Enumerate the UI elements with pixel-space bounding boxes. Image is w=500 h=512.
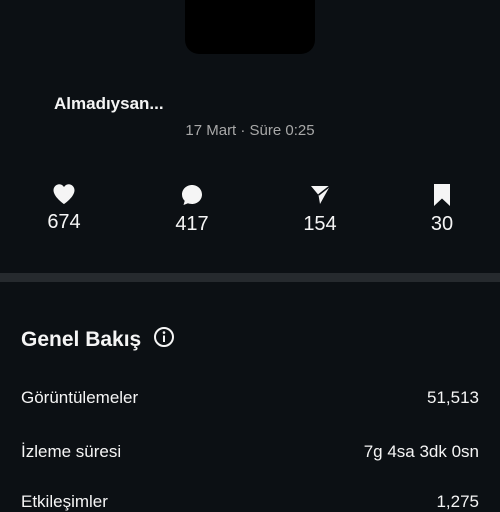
info-icon[interactable] [153, 326, 175, 354]
views-label: Görüntülemeler [21, 388, 139, 407]
post-meta: 17 Mart · Süre 0:25 [185, 122, 315, 139]
comments-count: 417 [175, 213, 209, 235]
bookmark-icon [434, 184, 450, 206]
post-caption: Almadıysan... [54, 94, 164, 113]
shares-count: 154 [303, 213, 337, 235]
interactions-value: 1,275 [436, 492, 479, 511]
shares-stat[interactable]: 154 [280, 183, 360, 236]
comments-stat[interactable]: 417 [152, 183, 232, 236]
heart-icon [53, 184, 75, 204]
saves-count: 30 [430, 213, 454, 235]
watch-time-value: 7g 4sa 3dk 0sn [363, 442, 479, 461]
watch-time-label: İzleme süresi [21, 442, 122, 461]
likes-count: 674 [47, 211, 81, 233]
stats-bar: 674 417 154 30 [0, 183, 500, 243]
share-icon [311, 185, 331, 204]
video-thumbnail[interactable] [185, 0, 315, 54]
likes-stat[interactable]: 674 [24, 183, 104, 234]
interactions-row[interactable]: Etkileşimler 1,275 [21, 492, 479, 512]
watch-time-row[interactable]: İzleme süresi 7g 4sa 3dk 0sn [21, 442, 479, 462]
views-value: 51,513 [427, 388, 479, 407]
views-row[interactable]: Görüntülemeler 51,513 [21, 388, 479, 408]
interactions-label: Etkileşimler [21, 492, 108, 511]
overview-section-title: Genel Bakış [21, 326, 175, 354]
overview-title-text: Genel Bakış [21, 328, 142, 351]
section-divider [0, 273, 500, 282]
comment-icon [182, 185, 202, 205]
saves-stat[interactable]: 30 [402, 183, 482, 236]
